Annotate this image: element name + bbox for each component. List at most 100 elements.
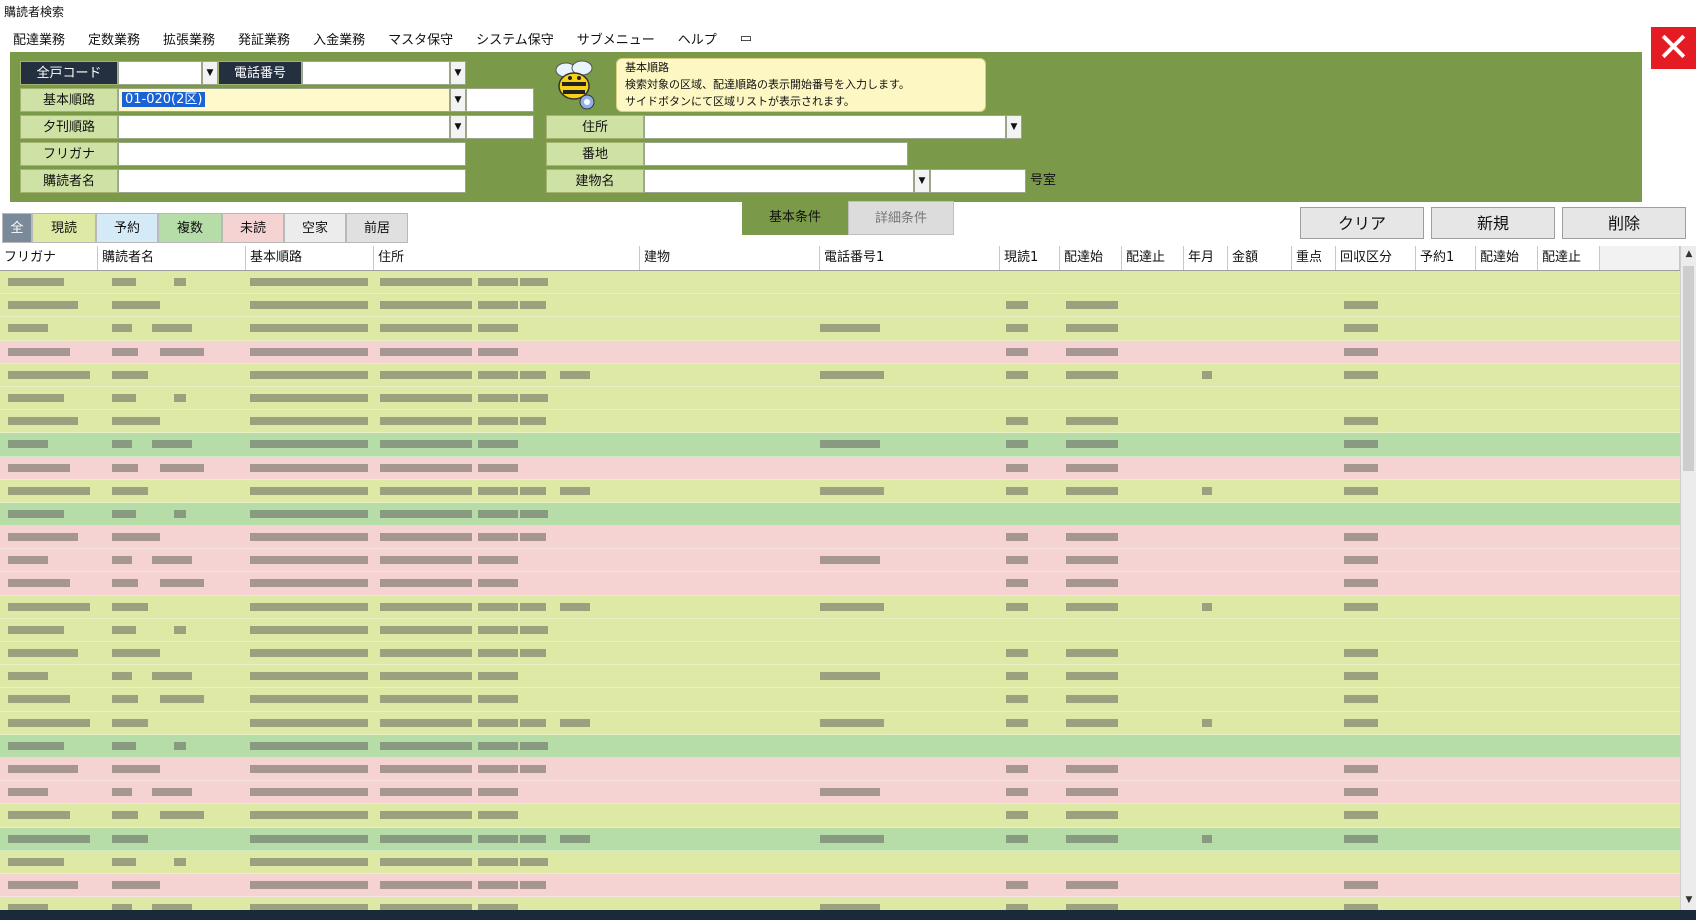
table-row[interactable] bbox=[0, 317, 1680, 341]
building-dropdown-icon[interactable]: ▼ bbox=[914, 169, 930, 193]
col-subscriber[interactable]: 購読者名 bbox=[98, 246, 246, 270]
scroll-up-icon[interactable]: ▲ bbox=[1681, 246, 1696, 262]
menu-expand[interactable]: 拡張業務 bbox=[150, 29, 225, 48]
table-row[interactable] bbox=[0, 502, 1680, 527]
table-row[interactable] bbox=[0, 850, 1680, 874]
col-building[interactable]: 建物 bbox=[640, 246, 820, 270]
redacted-cell bbox=[380, 301, 472, 310]
col-route[interactable]: 基本順路 bbox=[246, 246, 374, 270]
tab-all[interactable]: 全 bbox=[2, 213, 32, 243]
col-priority[interactable]: 重点 bbox=[1292, 246, 1336, 270]
col-delivery-start[interactable]: 配達始 bbox=[1060, 246, 1122, 270]
table-row[interactable] bbox=[0, 433, 1680, 457]
scroll-thumb[interactable] bbox=[1683, 266, 1694, 471]
col-reserve-start[interactable]: 配達始 bbox=[1476, 246, 1538, 270]
table-row[interactable] bbox=[0, 711, 1680, 735]
table-row[interactable] bbox=[0, 897, 1680, 910]
subscriber-input[interactable] bbox=[118, 169, 466, 193]
table-row[interactable] bbox=[0, 757, 1680, 782]
evening-route-input[interactable] bbox=[118, 115, 450, 139]
menu-delivery[interactable]: 配達業務 bbox=[0, 29, 75, 48]
table-row[interactable] bbox=[0, 688, 1680, 712]
redacted-cell bbox=[1344, 788, 1378, 797]
col-reserve-stop[interactable]: 配達止 bbox=[1538, 246, 1600, 270]
address-input[interactable] bbox=[644, 115, 1006, 139]
table-row[interactable] bbox=[0, 549, 1680, 573]
menu-master[interactable]: マスタ保守 bbox=[375, 29, 463, 48]
menu-submenu[interactable]: サブメニュー bbox=[564, 29, 665, 48]
phone-dropdown-icon[interactable]: ▼ bbox=[450, 61, 466, 85]
table-row[interactable] bbox=[0, 642, 1680, 666]
table-row[interactable] bbox=[0, 363, 1680, 387]
col-address[interactable]: 住所 bbox=[374, 246, 640, 270]
menu-payment[interactable]: 入金業務 bbox=[300, 29, 375, 48]
tab-unread[interactable]: 未読 bbox=[222, 213, 284, 243]
menu-help[interactable]: ヘルプ bbox=[665, 29, 727, 48]
redacted-cell bbox=[478, 393, 518, 402]
route-input[interactable]: 01-020(2区) bbox=[118, 88, 450, 112]
table-row[interactable] bbox=[0, 873, 1680, 898]
tab-detail-conditions[interactable]: 詳細条件 bbox=[848, 201, 954, 235]
table-row[interactable] bbox=[0, 456, 1680, 480]
household-dropdown-icon[interactable]: ▼ bbox=[202, 61, 218, 85]
table-row[interactable] bbox=[0, 294, 1680, 318]
table-row[interactable] bbox=[0, 340, 1680, 364]
table-row[interactable] bbox=[0, 595, 1680, 619]
redacted-cell bbox=[1066, 579, 1118, 588]
room-input[interactable] bbox=[930, 169, 1026, 193]
building-input[interactable] bbox=[644, 169, 914, 193]
menu-minimize[interactable]: ▭ bbox=[727, 31, 762, 46]
redacted-cell bbox=[478, 463, 518, 472]
scroll-down-icon[interactable]: ▼ bbox=[1681, 892, 1696, 908]
evening-number-input[interactable] bbox=[466, 115, 534, 139]
table-row[interactable] bbox=[0, 386, 1680, 411]
tab-current[interactable]: 現読 bbox=[32, 213, 96, 243]
redacted-cell bbox=[174, 857, 186, 866]
redacted-cell bbox=[250, 695, 368, 704]
table-row[interactable] bbox=[0, 804, 1680, 828]
delete-button[interactable]: 削除 bbox=[1562, 207, 1686, 239]
phone-input[interactable] bbox=[302, 61, 450, 85]
evening-route-dropdown-icon[interactable]: ▼ bbox=[450, 115, 466, 139]
redacted-cell bbox=[8, 788, 48, 797]
route-number-input[interactable] bbox=[466, 88, 534, 112]
table-row[interactable] bbox=[0, 618, 1680, 642]
table-row[interactable] bbox=[0, 479, 1680, 503]
table-row[interactable] bbox=[0, 827, 1680, 851]
col-furigana[interactable]: フリガナ bbox=[0, 246, 98, 270]
redacted-cell bbox=[380, 764, 472, 773]
furigana-input[interactable] bbox=[118, 142, 466, 166]
tab-basic-conditions[interactable]: 基本条件 bbox=[742, 201, 848, 235]
col-year-month[interactable]: 年月 bbox=[1184, 246, 1228, 270]
table-row[interactable] bbox=[0, 271, 1680, 295]
route-dropdown-icon[interactable]: ▼ bbox=[450, 88, 466, 112]
banchi-input[interactable] bbox=[644, 142, 908, 166]
vertical-scrollbar[interactable]: ▲ ▼ bbox=[1680, 246, 1696, 910]
menu-system[interactable]: システム保守 bbox=[463, 29, 564, 48]
col-amount[interactable]: 金額 bbox=[1228, 246, 1292, 270]
col-delivery-stop[interactable]: 配達止 bbox=[1122, 246, 1184, 270]
household-code-input[interactable] bbox=[118, 61, 202, 85]
table-row[interactable] bbox=[0, 734, 1680, 758]
table-row[interactable] bbox=[0, 781, 1680, 805]
tab-previous[interactable]: 前居 bbox=[346, 213, 408, 243]
table-row[interactable] bbox=[0, 665, 1680, 689]
menu-issue[interactable]: 発証業務 bbox=[225, 29, 300, 48]
col-reservation[interactable]: 予約1 bbox=[1416, 246, 1476, 270]
table-row[interactable] bbox=[0, 572, 1680, 596]
address-dropdown-icon[interactable]: ▼ bbox=[1006, 115, 1022, 139]
table-row[interactable] bbox=[0, 410, 1680, 434]
tab-vacant[interactable]: 空家 bbox=[284, 213, 346, 243]
redacted-cell bbox=[478, 718, 518, 727]
col-current[interactable]: 現読1 bbox=[1000, 246, 1060, 270]
menu-fixed[interactable]: 定数業務 bbox=[75, 29, 150, 48]
tab-reserved[interactable]: 予約 bbox=[96, 213, 158, 243]
col-collection[interactable]: 回収区分 bbox=[1336, 246, 1416, 270]
col-phone[interactable]: 電話番号1 bbox=[820, 246, 1000, 270]
table-row[interactable] bbox=[0, 526, 1680, 550]
clear-button[interactable]: クリア bbox=[1300, 207, 1424, 239]
tab-multiple[interactable]: 複数 bbox=[158, 213, 222, 243]
close-button[interactable]: ✕ bbox=[1651, 27, 1696, 69]
new-button[interactable]: 新規 bbox=[1431, 207, 1555, 239]
redacted-cell bbox=[478, 509, 518, 518]
